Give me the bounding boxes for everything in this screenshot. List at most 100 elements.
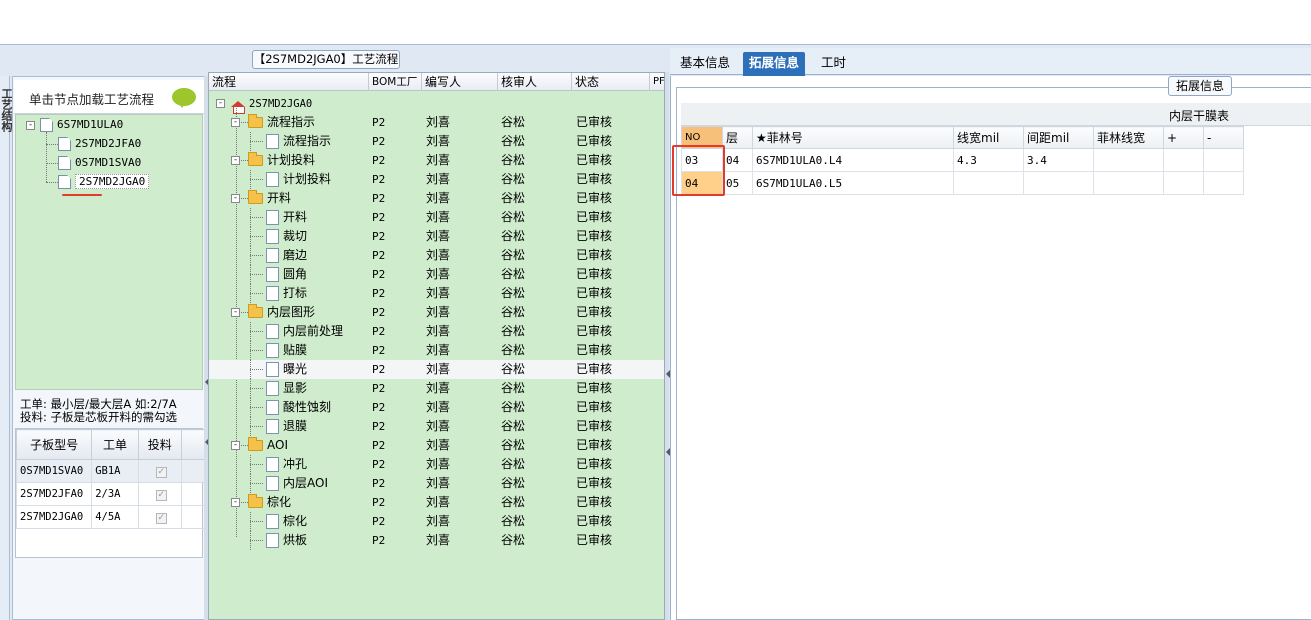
table-row[interactable]: 2S7MD2JFA0 2/3A ✓ xyxy=(15,482,207,506)
col-header-order[interactable]: 工单 xyxy=(91,429,139,460)
left-vertical-tab[interactable]: 工艺结构 xyxy=(0,76,13,620)
process-group-row[interactable]: - 流程指示 P2 刘喜 谷松 已审核 xyxy=(209,113,664,132)
process-step-row[interactable]: 打标 P2 刘喜 谷松 已审核 xyxy=(209,284,664,303)
feed-checkbox[interactable]: ✓ xyxy=(155,489,167,501)
feed-checkbox[interactable]: ✓ xyxy=(155,512,167,524)
process-group-row[interactable]: - 计划投料 P2 刘喜 谷松 已审核 xyxy=(209,151,664,170)
collapse-icon[interactable]: - xyxy=(231,194,240,203)
cell-reviewer: 谷松 xyxy=(501,438,526,452)
cell-film-width[interactable] xyxy=(1093,171,1164,195)
cell-status: 已审核 xyxy=(576,191,613,205)
collapse-icon[interactable]: - xyxy=(231,308,240,317)
tab-basic-info[interactable]: 基本信息 xyxy=(674,52,736,76)
cell-minus[interactable] xyxy=(1203,171,1244,195)
tree-node-child-selected[interactable]: 2S7MD2JGA0 xyxy=(58,173,150,191)
col-header-reviewer[interactable]: 核审人 xyxy=(498,73,572,91)
collapse-icon[interactable]: - xyxy=(231,118,240,127)
process-name: 计划投料 xyxy=(283,172,332,186)
process-step-row[interactable]: 烘板 P2 刘喜 谷松 已审核 xyxy=(209,531,664,550)
cell-plus[interactable] xyxy=(1163,148,1204,172)
process-step-row[interactable]: 裁切 P2 刘喜 谷松 已审核 xyxy=(209,227,664,246)
cell-bom: P2 xyxy=(372,211,386,224)
process-step-row[interactable]: 退膜 P2 刘喜 谷松 已审核 xyxy=(209,417,664,436)
document-icon xyxy=(266,172,279,187)
col-header-model[interactable]: 子板型号 xyxy=(15,429,93,460)
cell-order[interactable]: 2/3A xyxy=(91,482,139,506)
document-icon xyxy=(266,362,279,377)
col-header-minus[interactable]: - xyxy=(1203,126,1244,149)
table-row[interactable]: 04 05 6S7MD1ULA0.L5 xyxy=(681,171,1244,195)
cell-spacing[interactable]: 3.4 xyxy=(1023,148,1094,172)
collapse-icon[interactable]: - xyxy=(231,441,240,450)
tree-node-child[interactable]: 2S7MD2JFA0 xyxy=(58,135,141,153)
collapse-icon[interactable]: - xyxy=(231,156,240,165)
process-step-row[interactable]: 内层AOI P2 刘喜 谷松 已审核 xyxy=(209,474,664,493)
tree-node-root[interactable]: 6S7MD1ULA0 xyxy=(40,116,123,134)
cell-order[interactable]: GB1A xyxy=(91,459,139,483)
process-step-row[interactable]: 流程指示 P2 刘喜 谷松 已审核 xyxy=(209,132,664,151)
process-step-row[interactable]: 计划投料 P2 刘喜 谷松 已审核 xyxy=(209,170,664,189)
process-group-row[interactable]: - 棕化 P2 刘喜 谷松 已审核 xyxy=(209,493,664,512)
document-icon xyxy=(58,156,71,170)
collapse-icon[interactable]: - xyxy=(216,99,225,108)
cell-bom: P2 xyxy=(372,439,386,452)
process-grid-header: 流程 BOM工厂 编写人 核审人 状态 PF xyxy=(209,73,665,91)
process-step-row[interactable]: 贴膜 P2 刘喜 谷松 已审核 xyxy=(209,341,664,360)
col-header-film-width[interactable]: 菲林线宽 xyxy=(1093,126,1164,149)
cell-plus[interactable] xyxy=(1163,171,1204,195)
process-step-row[interactable]: 酸性蚀刻 P2 刘喜 谷松 已审核 xyxy=(209,398,664,417)
process-group-row[interactable]: - AOI P2 刘喜 谷松 已审核 xyxy=(209,436,664,455)
collapse-icon[interactable]: - xyxy=(26,121,35,130)
col-header-feed[interactable]: 投料 xyxy=(137,429,182,460)
col-header-bom[interactable]: BOM工厂 xyxy=(369,73,422,91)
document-icon xyxy=(266,533,279,548)
cell-reviewer: 谷松 xyxy=(501,381,526,395)
process-group-row[interactable]: - 开料 P2 刘喜 谷松 已审核 xyxy=(209,189,664,208)
cell-layer[interactable]: 04 xyxy=(722,148,753,172)
cell-layer[interactable]: 05 xyxy=(722,171,753,195)
process-step-row[interactable]: 棕化 P2 刘喜 谷松 已审核 xyxy=(209,512,664,531)
cell-spacing[interactable] xyxy=(1023,171,1094,195)
table-row[interactable]: 03 04 6S7MD1ULA0.L4 4.3 3.4 xyxy=(681,148,1244,172)
process-step-row[interactable]: 圆角 P2 刘喜 谷松 已审核 xyxy=(209,265,664,284)
process-group-row[interactable]: - 内层图形 P2 刘喜 谷松 已审核 xyxy=(209,303,664,322)
cell-reviewer: 谷松 xyxy=(501,305,526,319)
cell-film-no[interactable]: 6S7MD1ULA0.L5 xyxy=(752,171,954,195)
process-step-row[interactable]: 开料 P2 刘喜 谷松 已审核 xyxy=(209,208,664,227)
process-step-row[interactable]: 显影 P2 刘喜 谷松 已审核 xyxy=(209,379,664,398)
cell-author: 刘喜 xyxy=(426,533,451,547)
cell-bom: P2 xyxy=(372,287,386,300)
home-icon xyxy=(231,100,245,114)
feed-checkbox[interactable]: ✓ xyxy=(155,466,167,478)
cell-order[interactable]: 4/5A xyxy=(91,505,139,529)
tree-root-row[interactable]: - 2S7MD2JGA0 xyxy=(209,94,664,114)
col-header-film-no[interactable]: ★菲林号 xyxy=(752,126,954,149)
col-header-author[interactable]: 编写人 xyxy=(422,73,498,91)
tree-node-child[interactable]: 0S7MD1SVA0 xyxy=(58,154,141,172)
col-header-status[interactable]: 状态 xyxy=(572,73,650,91)
table-row[interactable]: 2S7MD2JGA0 4/5A ✓ xyxy=(15,505,207,529)
col-header-plus[interactable]: + xyxy=(1163,126,1204,149)
cell-line-width[interactable]: 4.3 xyxy=(953,148,1024,172)
cell-minus[interactable] xyxy=(1203,148,1244,172)
col-header-spacing[interactable]: 间距mil xyxy=(1023,126,1094,149)
cell-model[interactable]: 2S7MD2JFA0 xyxy=(15,482,93,506)
tab-work-hours[interactable]: 工时 xyxy=(815,52,852,76)
cell-model[interactable]: 0S7MD1SVA0 xyxy=(15,459,93,483)
middle-splitter[interactable] xyxy=(665,72,669,620)
cell-film-width[interactable] xyxy=(1093,148,1164,172)
process-step-row[interactable]: 冲孔 P2 刘喜 谷松 已审核 xyxy=(209,455,664,474)
cell-film-no[interactable]: 6S7MD1ULA0.L4 xyxy=(752,148,954,172)
tab-extended-info[interactable]: 拓展信息 xyxy=(743,52,806,76)
cell-line-width[interactable] xyxy=(953,171,1024,195)
cell-model[interactable]: 2S7MD2JGA0 xyxy=(15,505,93,529)
col-header-layer[interactable]: 层 xyxy=(722,126,753,149)
process-step-row[interactable]: 磨边 P2 刘喜 谷松 已审核 xyxy=(209,246,664,265)
col-header-line-width[interactable]: 线宽mil xyxy=(953,126,1024,149)
col-header-flow[interactable]: 流程 xyxy=(209,73,369,91)
collapse-icon[interactable]: - xyxy=(231,498,240,507)
process-step-row[interactable]: 曝光 P2 刘喜 谷松 已审核 xyxy=(209,360,664,379)
process-step-row[interactable]: 内层前处理 P2 刘喜 谷松 已审核 xyxy=(209,322,664,341)
cell-status: 已审核 xyxy=(576,229,613,243)
table-row[interactable]: 0S7MD1SVA0 GB1A ✓ xyxy=(15,459,207,483)
